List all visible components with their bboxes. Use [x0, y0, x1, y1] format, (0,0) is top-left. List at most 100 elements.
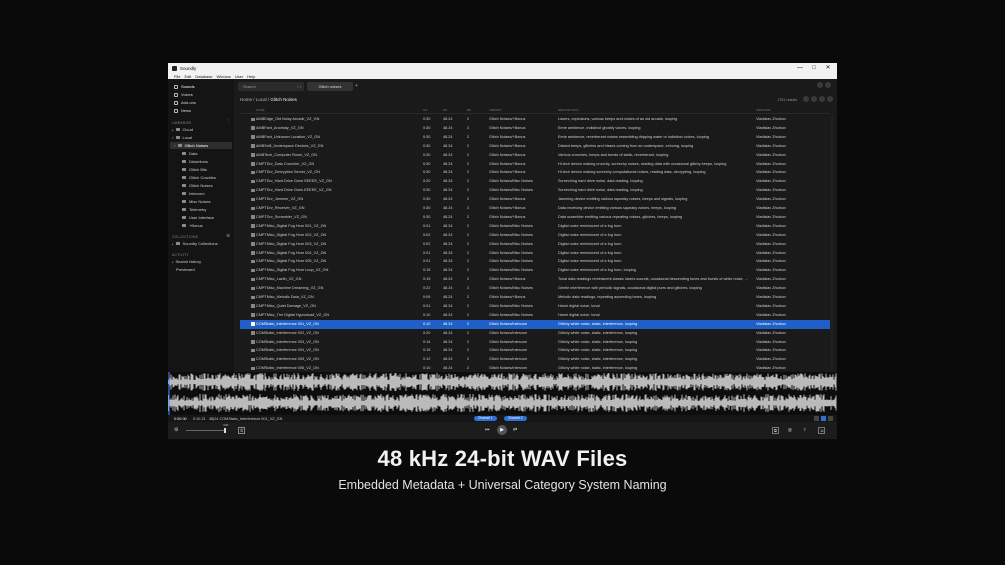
- table-row[interactable]: CMPTMisc_Machine Dreaming_VZ_GN 0:22 48.24…: [240, 284, 830, 293]
- tree-item-misc-noises[interactable]: Misc Noises: [182, 198, 211, 205]
- more-icon[interactable]: ⋮: [226, 119, 231, 125]
- column-name[interactable]: NAME: [256, 108, 265, 112]
- close-button[interactable]: ✕: [821, 63, 835, 73]
- table-row[interactable]: COMStatic_Interference 003_VZ_GN 0:14 48.2…: [240, 338, 830, 347]
- table-row[interactable]: CMPTMisc_Melodic Data_VZ_GN 0:09 48.24 2 Gli…: [240, 293, 830, 302]
- breadcrumb-separator: /: [267, 97, 270, 102]
- settings-icon[interactable]: ⚙: [174, 427, 178, 433]
- table-row[interactable]: CMPTMisc_Digital Fog Horn 004_VZ_GN 0:01 4…: [240, 249, 830, 258]
- expand-icon[interactable]: [828, 416, 833, 421]
- repeat-icon[interactable]: ⇄: [513, 427, 517, 433]
- spot-icon[interactable]: ⧉: [772, 427, 779, 434]
- breadcrumb-local[interactable]: Local: [256, 97, 267, 102]
- waveform-display[interactable]: [168, 372, 837, 415]
- share-icon[interactable]: [811, 96, 817, 102]
- tree-item-glitch-noises[interactable]: ▾ Glitch Noises: [174, 142, 208, 149]
- tree-item-intercom[interactable]: Intercom: [182, 190, 205, 197]
- play-button[interactable]: ▶: [497, 425, 507, 435]
- minimize-button[interactable]: —: [793, 63, 807, 73]
- channel-1-toggle[interactable]: Channel 1: [474, 415, 497, 421]
- menu-file[interactable]: File: [174, 74, 180, 79]
- table-row[interactable]: COMStatic_Interference 001_VZ_GN 0:10 48.2…: [240, 319, 830, 329]
- table-scrollbar[interactable]: [831, 115, 833, 370]
- menu-database[interactable]: Database: [195, 74, 212, 79]
- column-bd[interactable]: BD: [467, 108, 471, 112]
- table-row[interactable]: CMPTDrv_Data Cruncher_VZ_GN 0:30 48.24 2 Gli…: [240, 160, 830, 169]
- tab-glitch-noises[interactable]: Glitch noises: [307, 82, 353, 91]
- menu-edit[interactable]: Edit: [184, 74, 191, 79]
- list-view-icon[interactable]: [819, 96, 825, 102]
- tree-item-telemetry[interactable]: Telemetry: [182, 206, 206, 213]
- loop-icon[interactable]: [821, 416, 826, 421]
- menu-window[interactable]: Window: [216, 74, 230, 79]
- column-sr[interactable]: SR: [443, 108, 447, 112]
- tree-item-glitch-noises-sub[interactable]: Glitch Noises: [182, 182, 213, 189]
- table-row[interactable]: CMPTMisc_Digital Fog Horn 001_VZ_GN 0:01 4…: [240, 222, 830, 231]
- table-row[interactable]: COMStatic_Interference 006_VZ_GN 0:10 48.2…: [240, 364, 830, 372]
- activity-previewed[interactable]: Previewed: [176, 266, 195, 273]
- table-row[interactable]: CMPTDrv_Decryption Server_VZ_GN 0:30 48.24…: [240, 168, 830, 177]
- volume-thumb[interactable]: [224, 428, 226, 433]
- zoom-out-icon[interactable]: [814, 416, 819, 421]
- table-row[interactable]: CMPTDrv_Scrambler_VZ_GN 0:30 48.24 2 Glitch …: [240, 213, 830, 222]
- table-row[interactable]: CMPTMisc_Digital Fog Horn Loop_VZ_GN 0:15…: [240, 266, 830, 275]
- cell-desc: Eerie ambience, indistinct ghostly voice…: [558, 125, 641, 130]
- tree-item-cloud[interactable]: ▸ Cloud: [172, 126, 193, 133]
- table-row[interactable]: AMBTech_Computer Room_VZ_GN 0:30 48.24 2 Gli…: [240, 151, 830, 160]
- user-icon[interactable]: [817, 82, 823, 88]
- table-row[interactable]: CMPTMisc_Quiet Damage_VZ_GN 0:01 48.24 2 Gli…: [240, 302, 830, 311]
- speed-icon[interactable]: ⏱: [238, 427, 246, 434]
- trash-icon[interactable]: ▥: [788, 427, 792, 432]
- tree-item-bonus[interactable]: +Bonus: [182, 222, 203, 229]
- export-icon[interactable]: ⇪: [803, 427, 806, 432]
- tree-item-distortions[interactable]: Distortions: [182, 158, 208, 165]
- tree-item-soundly-collections[interactable]: ▸ Soundly Collections: [172, 240, 218, 247]
- table-row[interactable]: AMBScifi_Underspace Devices_VZ_GN 0:30 48.…: [240, 142, 830, 151]
- table-row[interactable]: CMPTDrv_Hard Drive Gone EEEEE_VZ_GN 0:20 4…: [240, 177, 830, 186]
- table-row[interactable]: COMStatic_Interference 004_VZ_GN 0:15 48.2…: [240, 346, 830, 355]
- column-library[interactable]: LIBRARY: [489, 108, 502, 112]
- table-row[interactable]: CMPTMisc_Lazlin_VZ_GN 0:15 48.24 2 Glitch No…: [240, 275, 830, 284]
- sidebar-item-news[interactable]: News: [174, 107, 191, 114]
- tree-item-local[interactable]: ▾ Local: [172, 134, 192, 141]
- table-row[interactable]: CMPTDrv_Jammer_VZ_GN 0:30 48.24 2 Glitch Noi…: [240, 195, 830, 204]
- table-row[interactable]: CMPTMisc_The Digital Hypnotoad_VZ_GN 0:10…: [240, 311, 830, 320]
- maximize-button[interactable]: □: [807, 63, 821, 73]
- drag-icon[interactable]: ⇲: [818, 427, 826, 434]
- skip-back-icon[interactable]: ⏮: [485, 427, 490, 433]
- volume-slider[interactable]: [186, 428, 226, 433]
- tree-item-glitch-crackles[interactable]: Glitch Crackles: [182, 174, 216, 181]
- add-tab-button[interactable]: +: [355, 82, 362, 91]
- table-row[interactable]: CMPTDrv_Receiver_VZ_GN 0:30 48.24 2 Glitch N…: [240, 204, 830, 213]
- channel-2-toggle[interactable]: Channel 2: [504, 415, 527, 421]
- tree-item-data[interactable]: Data: [182, 150, 197, 157]
- notifications-icon[interactable]: [825, 82, 831, 88]
- menu-user[interactable]: User: [235, 74, 243, 79]
- search-icon[interactable]: [803, 96, 809, 102]
- column-description[interactable]: DESCRIPTION: [558, 108, 579, 112]
- table-row[interactable]: AMBFant_Anomaly_VZ_GN 0:30 48.24 2 Glitch No…: [240, 124, 830, 133]
- table-row[interactable]: CMPTDrv_Hard Drive Goes EEEEE_VZ_GN 0:30 4…: [240, 186, 830, 195]
- table-row[interactable]: COMStatic_Interference 002_VZ_GN 0:20 48.2…: [240, 329, 830, 338]
- grid-view-icon[interactable]: [827, 96, 833, 102]
- table-row[interactable]: CMPTMisc_Digital Fog Horn 003_VZ_GN 0:02 4…: [240, 240, 830, 249]
- search-options-icon[interactable]: ‹ ›: [297, 82, 301, 91]
- news-icon: [174, 108, 178, 113]
- table-row[interactable]: AMBEdge_Old Noisy Arcade_VZ_GN 0:30 48.24 2…: [240, 115, 830, 124]
- table-row[interactable]: AMBFant_Unknown Location_VZ_GN 0:30 48.24 2…: [240, 133, 830, 142]
- add-icon[interactable]: ⊕: [226, 233, 230, 239]
- table-row[interactable]: CMPTMisc_Digital Fog Horn 005_VZ_GN 0:01 4…: [240, 257, 830, 266]
- tree-item-glitch-bits[interactable]: Glitch Bits: [182, 166, 207, 173]
- search-input[interactable]: Search ‹ ›: [238, 82, 304, 91]
- menu-help[interactable]: Help: [247, 74, 255, 79]
- sidebar-item-voices[interactable]: Voices: [174, 91, 193, 98]
- table-row[interactable]: COMStatic_Interference 005_VZ_GN 0:12 48.2…: [240, 355, 830, 364]
- table-row[interactable]: CMPTMisc_Digital Fog Horn 002_VZ_GN 0:02 4…: [240, 231, 830, 240]
- breadcrumb-home[interactable]: Home: [240, 97, 252, 102]
- activity-search-history[interactable]: ▸ Search history: [172, 258, 201, 265]
- column-creator[interactable]: CREATOR: [756, 108, 770, 112]
- column-ch[interactable]: CH: [423, 108, 427, 112]
- tree-item-user-interface[interactable]: User Interface: [182, 214, 214, 221]
- sidebar-item-sounds[interactable]: Sounds: [174, 83, 195, 90]
- sidebar-item-addons[interactable]: Add-ons: [174, 99, 196, 106]
